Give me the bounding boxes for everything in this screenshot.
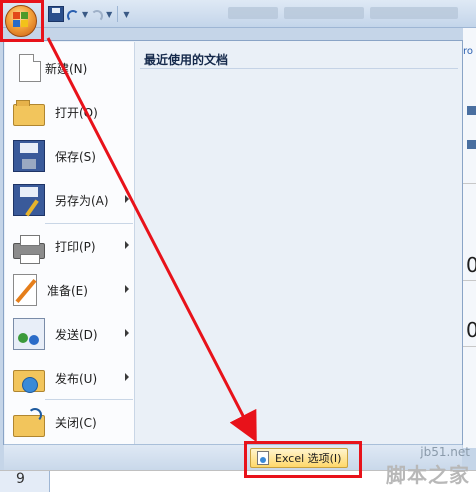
open-folder-icon	[13, 100, 45, 126]
menu-item-label: 另存为(A)	[55, 193, 109, 208]
customize-toolbar-icon[interactable]: ▼	[123, 10, 129, 19]
office-menu: 新建(N) 打开(O) 保存(S) 另存为(A) 打印(P) 准备(E) 发送(…	[3, 40, 463, 445]
blurred-title	[284, 7, 364, 19]
menu-item-label: 打开(O)	[55, 105, 98, 120]
highlight-box-excel-options	[244, 441, 362, 478]
menu-commands: 新建(N) 打开(O) 保存(S) 另存为(A) 打印(P) 准备(E) 发送(…	[5, 42, 135, 444]
blurred-title	[370, 7, 458, 19]
save-icon[interactable]	[48, 6, 64, 22]
publish-icon	[13, 370, 45, 393]
menu-item-label: 准备(E)	[47, 283, 88, 298]
redo-icon[interactable]	[91, 9, 104, 22]
menu-item-new[interactable]: 新建(N)	[9, 48, 133, 88]
redo-dropdown-icon[interactable]: ▼	[106, 10, 112, 19]
menu-item-label: 保存(S)	[55, 149, 96, 164]
menu-divider	[45, 399, 133, 400]
submenu-arrow-icon	[125, 241, 129, 249]
row-header[interactable]: 9	[0, 471, 50, 492]
close-folder-icon	[13, 408, 45, 437]
background-mark	[467, 140, 476, 149]
worksheet-background: ro 0 0	[463, 28, 476, 448]
prepare-icon	[13, 274, 37, 306]
recent-documents-title: 最近使用的文档	[144, 53, 229, 67]
background-text: ro	[463, 46, 474, 57]
gridline	[463, 280, 476, 281]
menu-item-label: 打印(P)	[55, 239, 96, 254]
menu-item-close[interactable]: 关闭(C)	[9, 402, 133, 442]
menu-item-label: 发布(U)	[55, 371, 98, 386]
menu-item-label: 关闭(C)	[55, 415, 97, 430]
submenu-arrow-icon	[125, 329, 129, 337]
submenu-arrow-icon	[125, 195, 129, 203]
send-icon	[13, 318, 45, 350]
watermark: jb51.net 脚本之家	[386, 445, 470, 488]
menu-item-print[interactable]: 打印(P)	[9, 226, 133, 266]
title-bar: ▼ ▼ ▼	[0, 0, 476, 28]
blurred-title	[228, 7, 278, 19]
toolbar-divider	[117, 6, 119, 22]
menu-item-open[interactable]: 打开(O)	[9, 92, 133, 132]
new-document-icon	[19, 54, 41, 82]
printer-icon	[13, 235, 45, 264]
menu-item-label: 发送(D)	[55, 327, 98, 342]
menu-item-publish[interactable]: 发布(U)	[9, 358, 133, 398]
save-as-icon	[13, 184, 45, 216]
menu-item-save-as[interactable]: 另存为(A)	[9, 180, 133, 220]
menu-item-label: 新建(N)	[45, 61, 88, 76]
background-cell-value: 0	[466, 253, 476, 277]
recent-documents-panel: 最近使用的文档	[136, 42, 462, 444]
menu-item-prepare[interactable]: 准备(E)	[9, 270, 133, 310]
gridline	[463, 346, 476, 347]
menu-item-save[interactable]: 保存(S)	[9, 136, 133, 176]
quick-access-toolbar: ▼ ▼ ▼	[48, 5, 129, 23]
watermark-url: jb51.net	[420, 445, 470, 459]
watermark-name: 脚本之家	[386, 463, 470, 487]
undo-icon[interactable]	[67, 9, 79, 22]
background-mark	[467, 106, 476, 115]
undo-dropdown-icon[interactable]: ▼	[82, 10, 88, 19]
gridline	[463, 183, 476, 184]
menu-divider	[45, 223, 133, 224]
menu-item-send[interactable]: 发送(D)	[9, 314, 133, 354]
highlight-box-office-button	[0, 0, 44, 42]
submenu-arrow-icon	[125, 373, 129, 381]
submenu-arrow-icon	[125, 285, 129, 293]
recent-divider	[140, 68, 458, 69]
background-cell-value: 0	[466, 318, 476, 342]
save-floppy-icon	[13, 140, 45, 172]
